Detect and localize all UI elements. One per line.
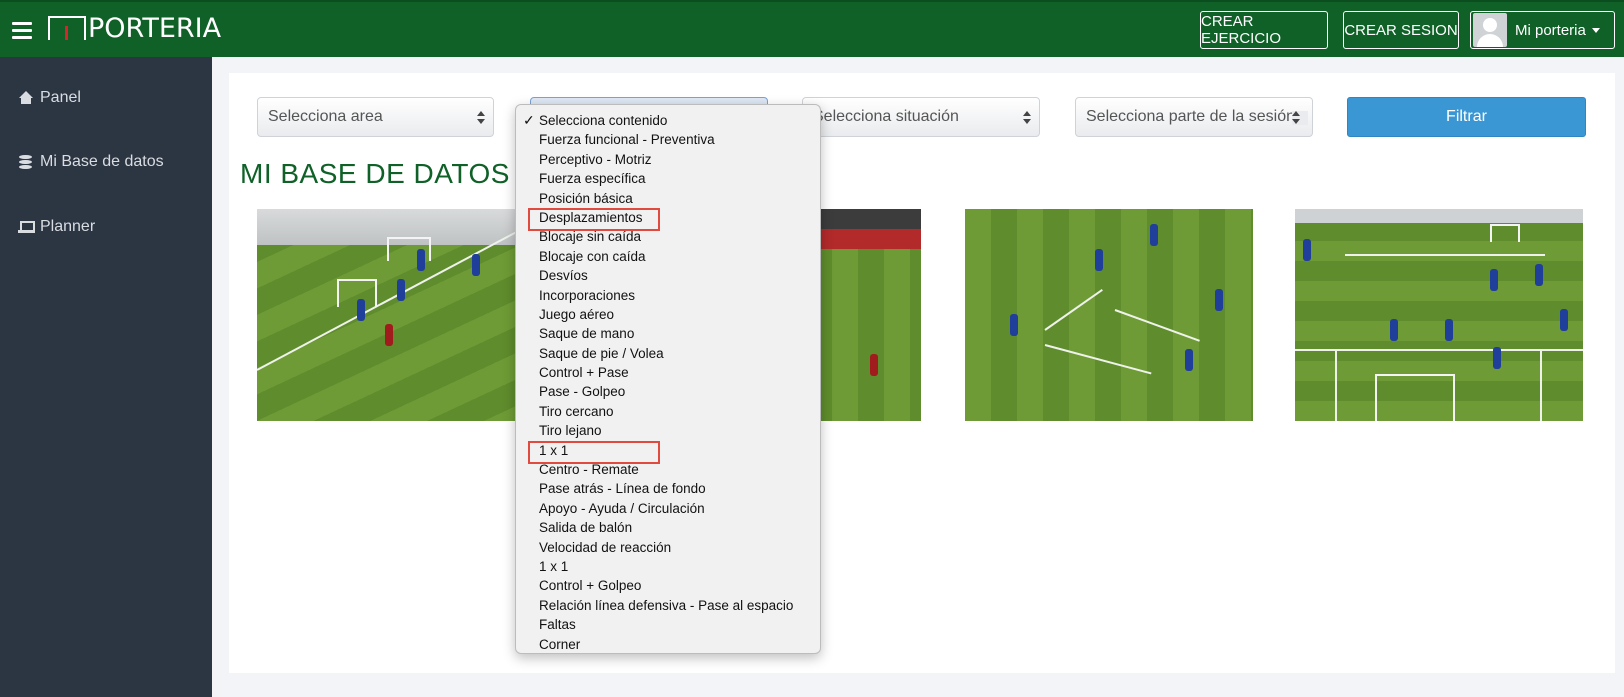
select-arrows-icon: [1023, 111, 1031, 125]
dropdown-option-label: Salida de balón: [539, 520, 633, 536]
dropdown-option-label: Perceptivo - Motriz: [539, 151, 652, 167]
create-session-button[interactable]: CREAR SESION: [1343, 11, 1459, 49]
dropdown-option-label: Tiro cercano: [539, 403, 614, 419]
goal-logo-icon: [48, 16, 86, 40]
dropdown-option[interactable]: 1 x 1: [516, 557, 820, 576]
dropdown-option-label: Saque de mano: [539, 326, 635, 342]
dropdown-option[interactable]: Tiro cercano: [516, 402, 820, 421]
dropdown-option-label: Faltas: [539, 617, 576, 633]
dropdown-option[interactable]: Velocidad de reacción: [516, 538, 820, 557]
sidebar: Panel Mi Base de datos Planner: [0, 57, 212, 697]
dropdown-option-label: Apoyo - Ayuda / Circulación: [539, 500, 705, 516]
dropdown-option-label: 1 x 1: [539, 558, 569, 574]
dropdown-option[interactable]: Saque de pie / Volea: [516, 344, 820, 363]
dropdown-option[interactable]: Tiro lejano: [516, 421, 820, 440]
sidebar-item-panel[interactable]: Panel: [18, 89, 81, 107]
dropdown-option-label: Incorporaciones: [539, 287, 636, 303]
dropdown-option-label: Blocaje sin caída: [539, 229, 642, 245]
dropdown-option[interactable]: Fuerza funcional - Preventiva: [516, 130, 820, 149]
dropdown-option[interactable]: Perceptivo - Motriz: [516, 150, 820, 169]
situacion-select-value: Selecciona situación: [813, 108, 959, 125]
logo-text: PORTERIA: [88, 12, 222, 44]
dropdown-option[interactable]: Pase atrás - Línea de fondo: [516, 479, 820, 498]
exercise-thumbnail[interactable]: [965, 209, 1253, 421]
dropdown-option[interactable]: Juego aéreo: [516, 305, 820, 324]
dropdown-option-label: Posición básica: [539, 190, 633, 206]
dropdown-option-label: Control + Pase: [539, 365, 629, 381]
sidebar-item-label: Panel: [40, 89, 81, 106]
avatar: [1473, 13, 1507, 47]
user-menu-button[interactable]: Mi porteria: [1470, 11, 1615, 49]
dropdown-option-label: Desvíos: [539, 268, 588, 284]
select-arrows-icon: [1292, 111, 1308, 125]
sidebar-item-label: Mi Base de datos: [40, 153, 164, 170]
dropdown-option[interactable]: Fuerza específica: [516, 169, 820, 188]
exercise-thumbnail[interactable]: [1295, 209, 1583, 421]
dropdown-option[interactable]: ✓ Selecciona contenido: [516, 111, 820, 130]
parte-sesion-select[interactable]: Selecciona parte de la sesión: [1075, 97, 1313, 137]
caret-down-icon: [1591, 27, 1600, 33]
dropdown-option[interactable]: Blocaje con caída: [516, 247, 820, 266]
dropdown-option[interactable]: Desvíos: [516, 266, 820, 285]
dropdown-option[interactable]: 1 x 1: [516, 440, 820, 465]
home-icon: [18, 91, 34, 105]
user-name: Mi porteria: [1515, 21, 1586, 39]
dropdown-option-label: Pase - Golpeo: [539, 384, 626, 400]
exercise-thumbnail[interactable]: [257, 209, 522, 421]
create-exercise-button[interactable]: CREAR EJERCICIO: [1200, 11, 1328, 49]
dropdown-option[interactable]: Centro - Remate: [516, 460, 820, 479]
dropdown-option-label: Saque de pie / Volea: [539, 345, 664, 361]
area-select-value: Selecciona area: [268, 108, 383, 125]
page-title: MI BASE DE DATOS: [240, 158, 510, 189]
top-navbar: PORTERIA CREAR EJERCICIO CREAR SESION Mi…: [0, 0, 1624, 57]
dropdown-option[interactable]: Posición básica: [516, 189, 820, 208]
dropdown-option[interactable]: Blocaje sin caída: [516, 227, 820, 246]
dropdown-option-label: Tiro lejano: [539, 423, 602, 439]
dropdown-option[interactable]: Control + Pase: [516, 363, 820, 382]
sidebar-item-label: Planner: [40, 218, 96, 235]
dropdown-option[interactable]: Corner: [516, 635, 820, 654]
app-logo[interactable]: PORTERIA: [48, 12, 222, 44]
dropdown-option-label: Fuerza específica: [539, 171, 646, 187]
dropdown-option-label: Velocidad de reacción: [539, 539, 672, 555]
dropdown-option[interactable]: Salida de balón: [516, 518, 820, 537]
sidebar-item-database[interactable]: Mi Base de datos: [18, 153, 164, 171]
dropdown-option-label: Desplazamientos: [539, 209, 643, 225]
hamburger-menu-icon[interactable]: [12, 22, 32, 39]
dropdown-option-label: 1 x 1: [539, 442, 569, 458]
database-icon: [18, 155, 34, 169]
dropdown-option-label: Relación línea defensiva - Pase al espac…: [539, 597, 794, 613]
dropdown-option[interactable]: Faltas: [516, 615, 820, 634]
dropdown-option-label: Centro - Remate: [539, 462, 639, 478]
sidebar-item-planner[interactable]: Planner: [18, 218, 95, 236]
dropdown-option-label: Pase atrás - Línea de fondo: [539, 481, 706, 497]
parte-sesion-select-value: Selecciona parte de la sesión: [1086, 108, 1296, 125]
dropdown-option[interactable]: Saque de mano: [516, 324, 820, 343]
dropdown-option[interactable]: Control + Golpeo: [516, 576, 820, 595]
select-arrows-icon: [477, 111, 485, 125]
contenido-dropdown-list: ✓ Selecciona contenido Fuerza funcional - …: [515, 104, 821, 654]
checkmark-icon: ✓: [523, 112, 535, 128]
dropdown-option-label: Corner: [539, 636, 581, 652]
laptop-icon: [18, 220, 35, 234]
filter-button[interactable]: Filtrar: [1347, 97, 1586, 137]
area-select[interactable]: Selecciona area: [257, 97, 494, 137]
dropdown-option[interactable]: Apoyo - Ayuda / Circulación: [516, 499, 820, 518]
dropdown-option[interactable]: Pase - Golpeo: [516, 382, 820, 401]
dropdown-option-label: Juego aéreo: [539, 306, 615, 322]
situacion-select[interactable]: Selecciona situación: [802, 97, 1040, 137]
dropdown-option-label: Fuerza funcional - Preventiva: [539, 132, 715, 148]
dropdown-option[interactable]: Incorporaciones: [516, 286, 820, 305]
dropdown-option[interactable]: Relación línea defensiva - Pase al espac…: [516, 596, 820, 615]
dropdown-option-label: Control + Golpeo: [539, 578, 642, 594]
dropdown-option-label: Selecciona contenido: [539, 113, 668, 128]
dropdown-option-label: Blocaje con caída: [539, 248, 646, 264]
dropdown-option[interactable]: Desplazamientos: [516, 207, 820, 232]
